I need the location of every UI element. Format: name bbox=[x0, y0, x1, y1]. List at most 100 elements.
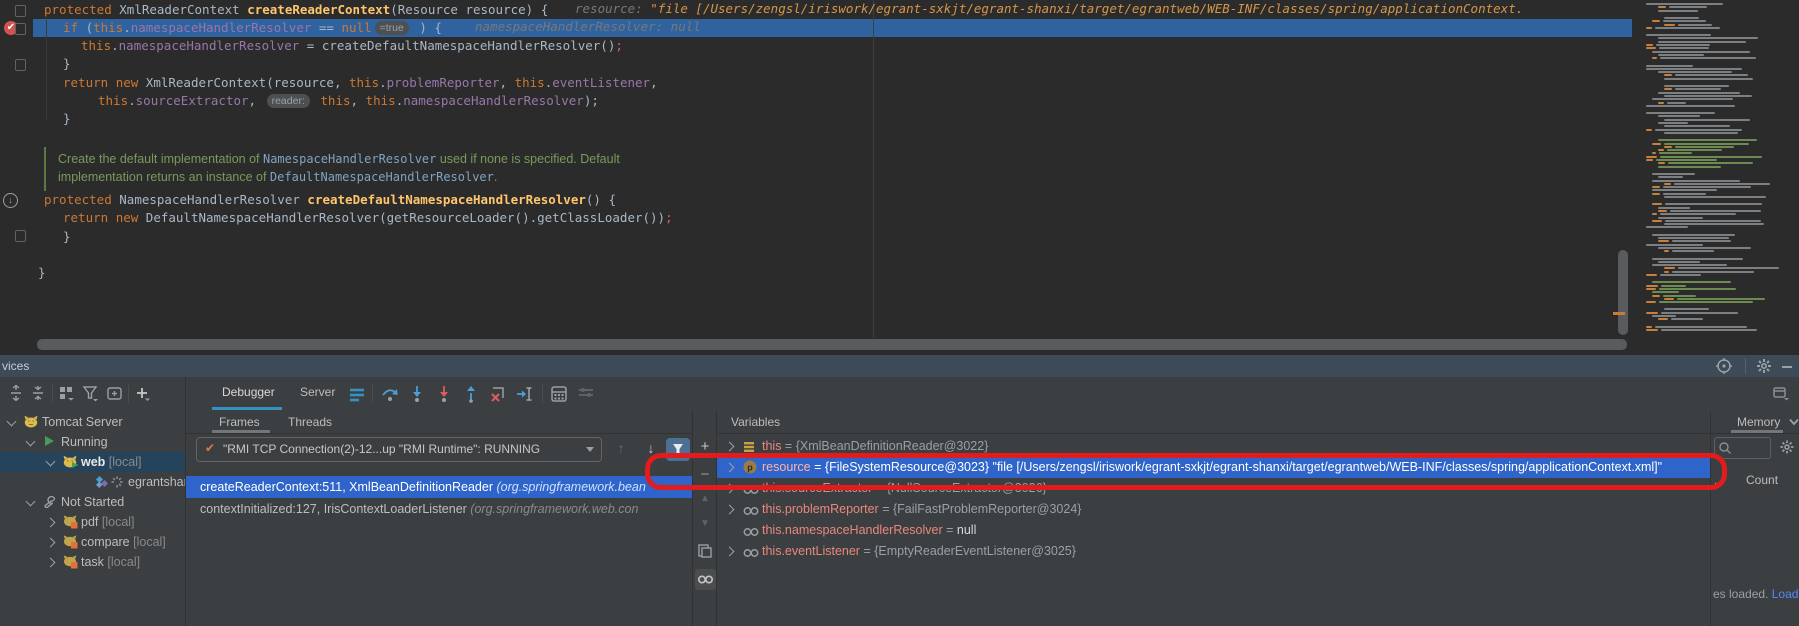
chevron-down-icon[interactable] bbox=[1789, 418, 1799, 426]
fold-marker-icon[interactable] bbox=[15, 230, 26, 242]
memory-search-input[interactable] bbox=[1714, 437, 1771, 459]
show-watches-toggle[interactable] bbox=[695, 569, 716, 590]
services-tree-row-task[interactable]: task [local] bbox=[0, 552, 185, 572]
add-watch-icon[interactable]: + bbox=[697, 438, 713, 454]
expand-chevron-icon[interactable] bbox=[46, 518, 56, 528]
services-tree-row-pdf[interactable]: pdf [local] bbox=[0, 512, 185, 532]
expand-chevron-icon[interactable] bbox=[725, 484, 735, 494]
services-toolwindow-header: vices bbox=[0, 355, 1799, 377]
divider bbox=[717, 433, 1710, 434]
collapse-chevron-icon[interactable] bbox=[46, 457, 56, 467]
force-step-into-icon[interactable] bbox=[435, 385, 453, 403]
load-classes-link[interactable]: Load bbox=[1772, 587, 1799, 601]
run-to-cursor-icon[interactable] bbox=[516, 385, 534, 403]
fold-marker-icon[interactable] bbox=[15, 59, 26, 71]
tab-frames[interactable]: Frames bbox=[219, 415, 260, 429]
minimap[interactable] bbox=[1646, 0, 1799, 338]
threads-menu-icon[interactable] bbox=[348, 385, 366, 403]
duplicate-watch-icon[interactable] bbox=[697, 543, 713, 559]
stack-frame-row[interactable]: createReaderContext:511, XmlBeanDefiniti… bbox=[185, 476, 692, 498]
step-out-icon[interactable] bbox=[462, 385, 480, 403]
code-line[interactable]: protected NamespaceHandlerResolver creat… bbox=[44, 191, 616, 209]
expand-all-icon[interactable] bbox=[8, 385, 26, 403]
services-tree-row-not-started[interactable]: Not Started bbox=[0, 492, 185, 512]
expand-chevron-icon[interactable] bbox=[725, 442, 735, 452]
editor-horizontal-scrollbar[interactable] bbox=[37, 339, 1627, 350]
drop-frame-icon[interactable] bbox=[489, 385, 507, 403]
thread-dropdown[interactable]: ✔ "RMI TCP Connection(2)-12...up "RMI Ru… bbox=[196, 437, 602, 462]
play-icon bbox=[43, 435, 55, 447]
tab-server[interactable]: Server bbox=[300, 385, 335, 399]
locate-icon[interactable] bbox=[1716, 358, 1732, 374]
restore-layout-icon[interactable] bbox=[1772, 385, 1790, 403]
move-up-icon[interactable]: ▲ bbox=[697, 493, 713, 509]
add-service-icon[interactable] bbox=[134, 385, 152, 403]
step-into-icon[interactable] bbox=[408, 385, 426, 403]
hide-toolwindow-icon[interactable] bbox=[1781, 361, 1797, 377]
services-tree[interactable]: Tomcat ServerRunningweb [local]egrantsha… bbox=[0, 411, 185, 626]
tree-item-suffix: [local] bbox=[105, 455, 141, 469]
expand-chevron-icon[interactable] bbox=[46, 538, 56, 548]
hide-frames-filter-icon[interactable] bbox=[666, 438, 690, 461]
services-tree-row-egrantshanxiwel[interactable]: egrantshanxiwel bbox=[0, 472, 185, 492]
step-over-icon[interactable] bbox=[381, 385, 399, 403]
code-line[interactable]: } bbox=[63, 55, 71, 73]
variable-row[interactable]: this.problemReporter = {FailFastProblemR… bbox=[717, 499, 1710, 520]
memory-panel: Memory .. Count es loaded. Load bbox=[1710, 411, 1799, 626]
evaluate-expression-icon[interactable] bbox=[550, 385, 568, 403]
code-line[interactable]: this.sourceExtractor, reader: this, this… bbox=[98, 92, 599, 110]
expand-chevron-icon[interactable] bbox=[46, 558, 56, 568]
variable-row[interactable]: this = {XmlBeanDefinitionReader@3022} bbox=[717, 436, 1710, 457]
group-services-icon[interactable] bbox=[58, 385, 76, 403]
settings-gear-icon[interactable] bbox=[1756, 358, 1772, 374]
divider bbox=[1711, 433, 1799, 434]
code-line[interactable]: this.namespaceHandlerResolver = createDe… bbox=[81, 37, 623, 55]
tomcat-run-icon bbox=[63, 455, 79, 468]
variable-row[interactable]: presource = {FileSystemResource@3023} "f… bbox=[717, 457, 1710, 478]
expand-chevron-icon[interactable] bbox=[725, 547, 735, 557]
variable-row[interactable]: this.eventListener = {EmptyReaderEventLi… bbox=[717, 541, 1710, 562]
doc-comment-line: implementation returns an instance of De… bbox=[58, 170, 497, 184]
override-marker-icon[interactable]: ↓ bbox=[3, 193, 18, 208]
memory-title: Memory bbox=[1737, 415, 1780, 429]
expand-chevron-icon[interactable] bbox=[725, 463, 735, 473]
memory-settings-gear-icon[interactable] bbox=[1780, 440, 1794, 454]
code-editor[interactable]: ✔ ↓ protected XmlReaderContext createRea… bbox=[0, 0, 1799, 355]
expand-chevron-icon[interactable] bbox=[725, 505, 735, 515]
code-line[interactable]: } bbox=[63, 228, 71, 246]
stack-frame-row[interactable]: contextInitialized:127, IrisContextLoade… bbox=[185, 498, 692, 520]
services-tree-row-tomcat-server[interactable]: Tomcat Server bbox=[0, 412, 185, 432]
variable-row[interactable]: this.namespaceHandlerResolver = null bbox=[717, 520, 1710, 541]
code-line[interactable]: if (this.namespaceHandlerResolver == nul… bbox=[63, 19, 442, 37]
code-line[interactable]: return new XmlReaderContext(resource, th… bbox=[63, 74, 658, 92]
divider bbox=[372, 385, 373, 403]
services-tree-row-running[interactable]: Running bbox=[0, 432, 185, 452]
fold-marker-icon[interactable] bbox=[15, 5, 26, 17]
collapse-chevron-icon[interactable] bbox=[26, 437, 36, 447]
filter-services-icon[interactable] bbox=[82, 385, 100, 403]
collapse-chevron-icon[interactable] bbox=[26, 497, 36, 507]
services-tree-row-web[interactable]: web [local] bbox=[0, 452, 185, 472]
code-line[interactable]: } bbox=[63, 110, 71, 128]
open-in-new-tab-icon[interactable] bbox=[106, 385, 124, 403]
parameter-icon: p bbox=[743, 460, 758, 475]
frame-up-icon[interactable]: ↑ bbox=[612, 439, 630, 457]
code-line[interactable]: } bbox=[38, 264, 46, 282]
code-line[interactable]: protected XmlReaderContext createReaderC… bbox=[44, 1, 548, 19]
layout-settings-icon[interactable] bbox=[577, 385, 595, 403]
editor-vertical-scrollbar[interactable] bbox=[1618, 250, 1628, 335]
tab-debugger[interactable]: Debugger bbox=[222, 385, 275, 399]
collapse-all-icon[interactable] bbox=[30, 385, 48, 403]
code-line[interactable]: return new DefaultNamespaceHandlerResolv… bbox=[63, 209, 673, 227]
memory-count-column[interactable]: Count bbox=[1746, 473, 1778, 487]
collapse-chevron-icon[interactable] bbox=[7, 417, 17, 427]
svg-text:p: p bbox=[747, 463, 753, 473]
fold-marker-icon[interactable] bbox=[15, 23, 26, 35]
frame-down-icon[interactable]: ↓ bbox=[642, 439, 660, 457]
variable-row[interactable]: this.sourceExtractor = {NullSourceExtrac… bbox=[717, 478, 1710, 499]
move-down-icon[interactable]: ▼ bbox=[697, 518, 713, 534]
remove-watch-icon[interactable]: − bbox=[697, 466, 713, 482]
tab-threads[interactable]: Threads bbox=[288, 415, 332, 429]
tree-item-suffix: [local] bbox=[130, 535, 166, 549]
services-tree-row-compare[interactable]: compare [local] bbox=[0, 532, 185, 552]
